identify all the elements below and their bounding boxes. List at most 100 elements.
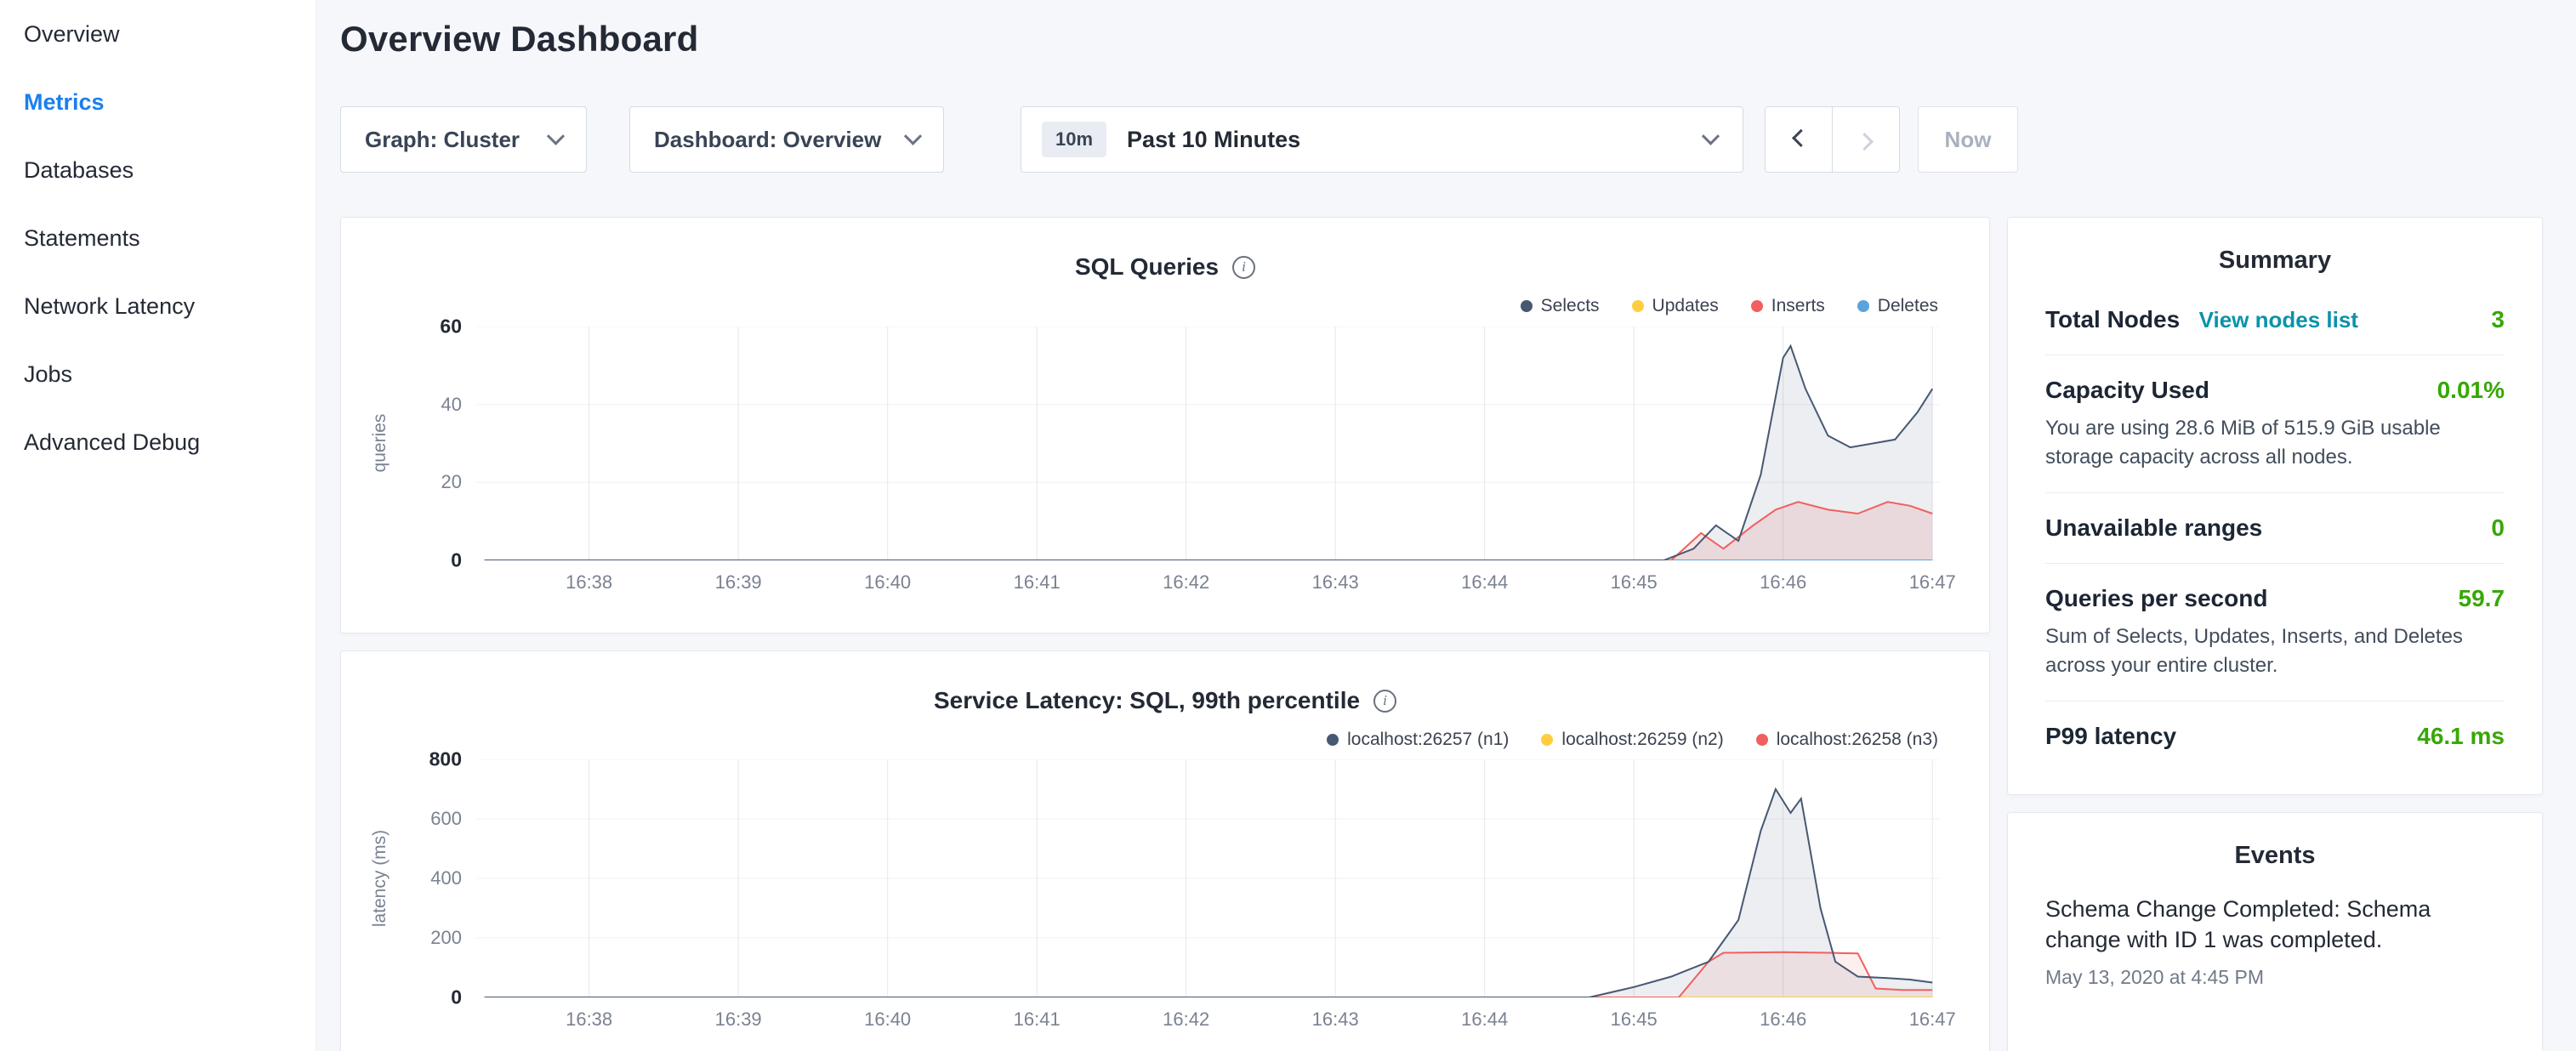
events-panel: Events Schema Change Completed: Schema c… bbox=[2007, 812, 2543, 1051]
y-tick: 0 bbox=[451, 986, 462, 1009]
legend-item-localhost-26258-n3[interactable]: localhost:26258 (n3) bbox=[1756, 730, 1938, 750]
summary-title: Summary bbox=[2045, 247, 2505, 275]
chart-title: SQL Queries bbox=[1075, 253, 1219, 281]
graph-scope-label: Graph: Cluster bbox=[365, 127, 520, 153]
summary-row-unavailable-ranges: Unavailable ranges 0 bbox=[2045, 493, 2505, 564]
legend-label: Updates bbox=[1652, 296, 1719, 316]
chart-legend: localhost:26257 (n1) localhost:26259 (n2)… bbox=[1327, 730, 1938, 750]
now-button[interactable]: Now bbox=[1918, 106, 2018, 173]
page-title: Overview Dashboard bbox=[340, 19, 698, 60]
sidebar: Overview Metrics Databases Statements Ne… bbox=[0, 0, 316, 1051]
event-timestamp: May 13, 2020 at 4:45 PM bbox=[2045, 966, 2505, 989]
legend-item-inserts[interactable]: Inserts bbox=[1751, 296, 1825, 316]
y-tick: 800 bbox=[429, 748, 462, 771]
chart-title-row: Service Latency: SQL, 99th percentile i bbox=[341, 687, 1989, 714]
y-axis-ticks: 0204060 bbox=[384, 327, 469, 560]
chevron-down-icon bbox=[1702, 127, 1720, 145]
event-text: Schema Change Completed: Schema change w… bbox=[2045, 894, 2505, 956]
sidebar-item-jobs[interactable]: Jobs bbox=[0, 340, 316, 408]
info-icon[interactable]: i bbox=[1373, 690, 1396, 713]
legend-label: localhost:26259 (n2) bbox=[1561, 730, 1723, 750]
y-axis-ticks: 0200400600800 bbox=[384, 759, 469, 997]
legend-label: localhost:26257 (n1) bbox=[1347, 730, 1509, 750]
y-tick: 20 bbox=[441, 471, 462, 493]
x-tick: 16:41 bbox=[1014, 571, 1061, 594]
legend-label: Selects bbox=[1541, 296, 1600, 316]
chart-title: Service Latency: SQL, 99th percentile bbox=[934, 687, 1360, 714]
sql-queries-plot[interactable] bbox=[477, 327, 1940, 560]
plot-area bbox=[477, 759, 1940, 997]
sidebar-item-advanced-debug[interactable]: Advanced Debug bbox=[0, 408, 316, 476]
summary-row-value: 0 bbox=[2491, 514, 2505, 542]
sidebar-item-statements[interactable]: Statements bbox=[0, 204, 316, 272]
summary-row-value: 0.01% bbox=[2437, 377, 2505, 404]
time-range-prev-button[interactable] bbox=[1765, 106, 1833, 173]
summary-panel: Summary Total Nodes View nodes list 3 Ca… bbox=[2007, 217, 2543, 795]
x-tick: 16:40 bbox=[864, 571, 911, 594]
x-tick: 16:46 bbox=[1760, 571, 1806, 594]
legend-item-selects[interactable]: Selects bbox=[1521, 296, 1600, 316]
x-tick: 16:46 bbox=[1760, 1008, 1806, 1031]
x-tick: 16:43 bbox=[1312, 571, 1359, 594]
summary-row-label: Unavailable ranges bbox=[2045, 514, 2262, 542]
legend-dot-icon bbox=[1521, 300, 1533, 312]
summary-row-value: 3 bbox=[2491, 306, 2505, 333]
time-window-badge: 10m bbox=[1042, 122, 1106, 157]
summary-row-label: Total Nodes bbox=[2045, 306, 2180, 332]
time-range-dropdown[interactable]: 10m Past 10 Minutes bbox=[1021, 106, 1743, 173]
legend-dot-icon bbox=[1632, 300, 1644, 312]
view-nodes-list-link[interactable]: View nodes list bbox=[2199, 307, 2358, 332]
time-window-label: Past 10 Minutes bbox=[1127, 127, 1704, 153]
legend-item-updates[interactable]: Updates bbox=[1632, 296, 1719, 316]
summary-row-label: Capacity Used bbox=[2045, 377, 2209, 404]
graph-scope-dropdown[interactable]: Graph: Cluster bbox=[340, 106, 587, 173]
x-tick: 16:44 bbox=[1461, 1008, 1508, 1031]
chevron-left-icon bbox=[1792, 128, 1810, 146]
x-tick: 16:47 bbox=[1909, 571, 1956, 594]
legend-item-deletes[interactable]: Deletes bbox=[1857, 296, 1938, 316]
y-tick: 600 bbox=[430, 808, 462, 830]
dashboard-dropdown[interactable]: Dashboard: Overview bbox=[629, 106, 944, 173]
summary-row-description: You are using 28.6 MiB of 515.9 GiB usab… bbox=[2045, 414, 2505, 471]
x-tick: 16:41 bbox=[1014, 1008, 1061, 1031]
chevron-right-icon bbox=[1855, 133, 1873, 151]
x-axis-ticks: 16:3816:3916:4016:4116:4216:4316:4416:45… bbox=[477, 571, 1940, 597]
legend-item-localhost-26259-n2[interactable]: localhost:26259 (n2) bbox=[1541, 730, 1723, 750]
y-tick: 60 bbox=[440, 315, 462, 338]
summary-row-label: P99 latency bbox=[2045, 723, 2176, 750]
summary-row-description: Sum of Selects, Updates, Inserts, and De… bbox=[2045, 622, 2505, 679]
sidebar-item-network-latency[interactable]: Network Latency bbox=[0, 272, 316, 340]
legend-label: localhost:26258 (n3) bbox=[1777, 730, 1938, 750]
y-tick: 200 bbox=[430, 927, 462, 949]
y-tick: 400 bbox=[430, 867, 462, 889]
chart-legend: Selects Updates Inserts Deletes bbox=[1521, 296, 1938, 316]
sidebar-item-databases[interactable]: Databases bbox=[0, 136, 316, 204]
summary-row-value: 59.7 bbox=[2459, 585, 2505, 612]
summary-row-value: 46.1 ms bbox=[2417, 723, 2505, 750]
x-tick: 16:39 bbox=[715, 1008, 762, 1031]
legend-item-localhost-26257-n1[interactable]: localhost:26257 (n1) bbox=[1327, 730, 1509, 750]
chevron-down-icon bbox=[904, 127, 922, 145]
chart-title-row: SQL Queries i bbox=[341, 253, 1989, 281]
x-tick: 16:45 bbox=[1611, 571, 1658, 594]
summary-row-label: Queries per second bbox=[2045, 585, 2267, 612]
chevron-down-icon bbox=[547, 127, 565, 145]
sidebar-item-metrics[interactable]: Metrics bbox=[0, 68, 316, 136]
x-axis-ticks: 16:3816:3916:4016:4116:4216:4316:4416:45… bbox=[477, 1008, 1940, 1034]
info-icon[interactable]: i bbox=[1232, 256, 1255, 279]
sidebar-nav: Overview Metrics Databases Statements Ne… bbox=[0, 0, 316, 476]
x-tick: 16:42 bbox=[1163, 1008, 1209, 1031]
service-latency-plot[interactable] bbox=[477, 759, 1940, 997]
legend-dot-icon bbox=[1327, 734, 1339, 746]
legend-label: Inserts bbox=[1771, 296, 1825, 316]
time-range-next-button[interactable] bbox=[1832, 106, 1900, 173]
sidebar-item-overview[interactable]: Overview bbox=[0, 0, 316, 68]
sql-queries-chart-card: SQL Queries i Selects Updates Inserts Delet… bbox=[340, 217, 1990, 633]
summary-row-queries-per-second: Queries per second 59.7 Sum of Selects, … bbox=[2045, 564, 2505, 702]
summary-row-p99-latency: P99 latency 46.1 ms bbox=[2045, 702, 2505, 771]
x-tick: 16:45 bbox=[1611, 1008, 1658, 1031]
x-tick: 16:40 bbox=[864, 1008, 911, 1031]
event-item[interactable]: Schema Change Completed: Schema change w… bbox=[2045, 894, 2505, 989]
legend-dot-icon bbox=[1541, 734, 1553, 746]
x-tick: 16:43 bbox=[1312, 1008, 1359, 1031]
